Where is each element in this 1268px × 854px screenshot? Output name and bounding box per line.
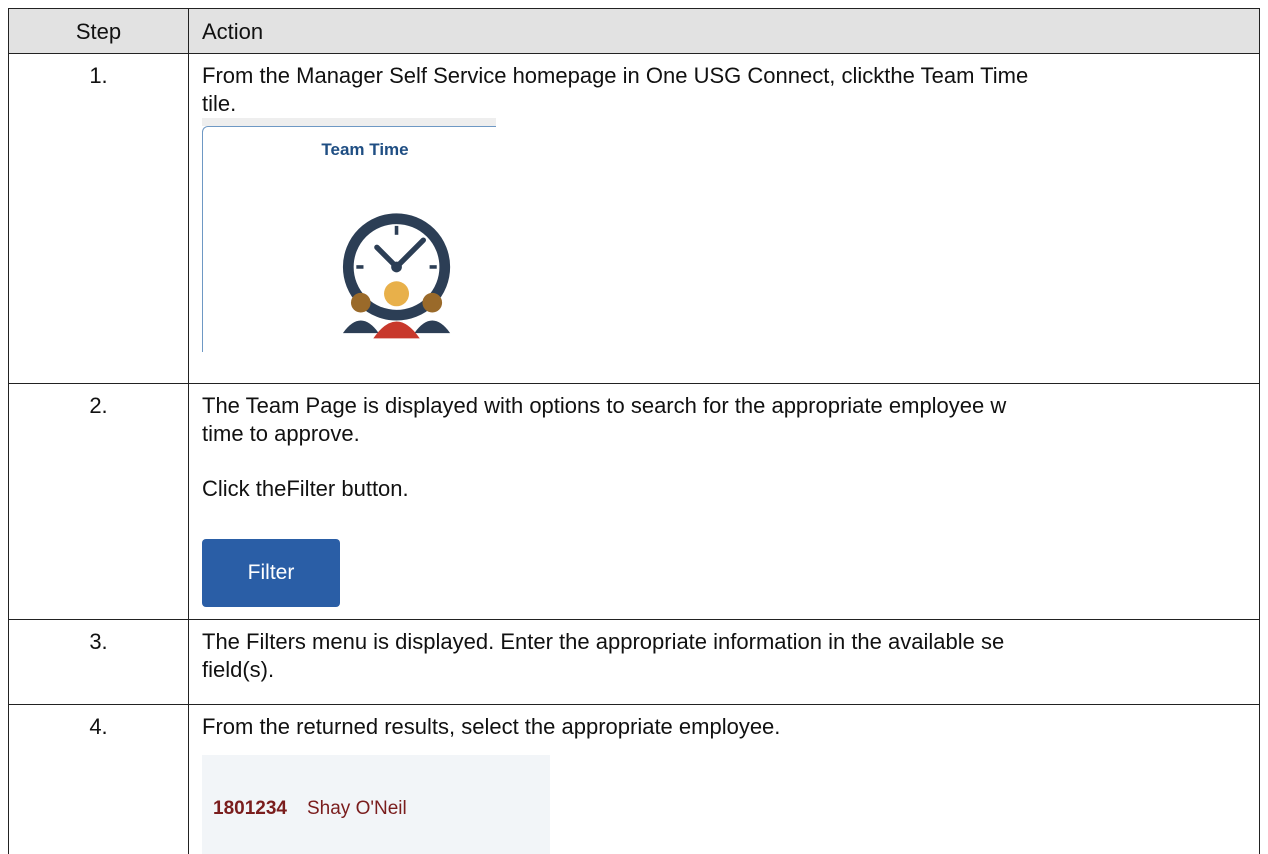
employee-result-row[interactable]: 1801234 Shay O'Neil [202, 755, 550, 854]
action-cell: From the returned results, select the ap… [202, 713, 1259, 854]
action-cell: The Filters menu is displayed. Enter the… [202, 628, 1259, 684]
action-text: From the returned results, select the ap… [202, 714, 781, 739]
action-text: field(s). [202, 657, 275, 682]
action-column-header: Action [202, 19, 264, 44]
column-divider [188, 620, 189, 704]
table-header-row: Step Action [9, 9, 1259, 54]
table-row: 3. The Filters menu is displayed. Enter … [9, 620, 1259, 705]
employee-name: Shay O'Neil [307, 798, 407, 819]
action-cell: From the Manager Self Service homepage i… [202, 62, 1259, 354]
action-text: The Team Page is displayed with options … [202, 393, 1007, 418]
filter-button[interactable]: Filter [202, 539, 340, 607]
column-divider [188, 54, 189, 383]
table-row: 4. From the returned results, select the… [9, 705, 1259, 854]
team-time-tile-screenshot: Team Time [202, 118, 496, 354]
step-number: 1. [89, 63, 108, 88]
column-divider [188, 384, 189, 619]
table-row: 2. The Team Page is displayed with optio… [9, 384, 1259, 620]
step-number: 4. [89, 714, 108, 739]
action-cell: The Team Page is displayed with options … [202, 392, 1259, 607]
team-clock-icon [342, 213, 451, 339]
action-text: The Filters menu is displayed. Enter the… [202, 629, 1005, 654]
step-column-header: Step [75, 19, 122, 44]
step-number: 2. [89, 393, 108, 418]
instructions-table: Step Action 1. From the Manager Self Ser… [8, 8, 1260, 854]
action-text: From the Manager Self Service homepage i… [202, 63, 1029, 88]
action-text: Click theFilter button. [202, 476, 409, 501]
column-divider [188, 705, 189, 854]
action-text: tile. [202, 91, 237, 116]
column-divider [188, 9, 189, 53]
employee-id: 1801234 [213, 798, 287, 819]
table-row: 1. From the Manager Self Service homepag… [9, 54, 1259, 384]
action-text: time to approve. [202, 421, 360, 446]
tile-title: Team Time [321, 140, 409, 159]
step-number: 3. [89, 629, 108, 654]
